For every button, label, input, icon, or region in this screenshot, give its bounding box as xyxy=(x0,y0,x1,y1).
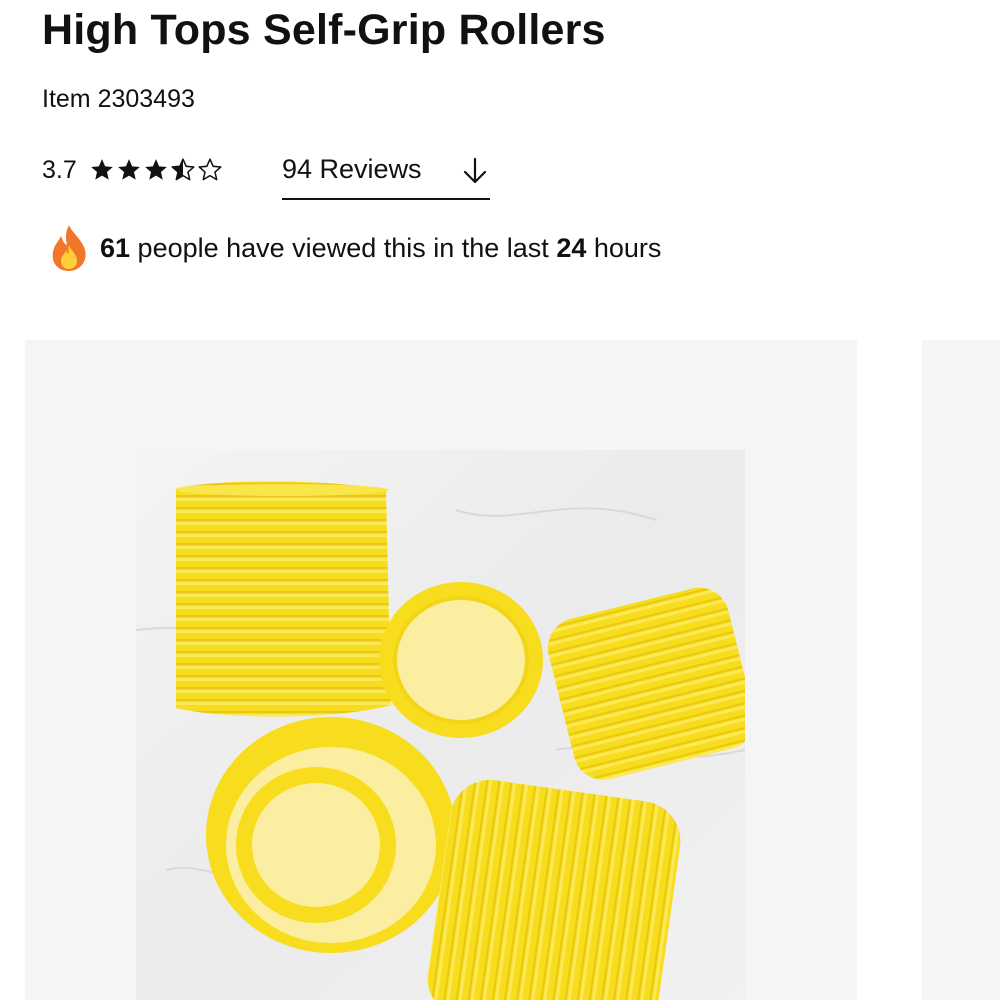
hours-count: 24 xyxy=(556,232,587,263)
arrow-down-icon xyxy=(463,157,487,184)
recent-views-text: 61 people have viewed this in the last 2… xyxy=(100,232,662,263)
reviews-count-label: 94 Reviews xyxy=(282,154,422,184)
product-gallery-next-slide[interactable] xyxy=(922,340,1000,1000)
product-photo xyxy=(136,450,745,1000)
star-empty-icon xyxy=(198,158,222,181)
star-full-icon xyxy=(90,159,113,180)
view-count: 61 xyxy=(100,232,131,263)
reviews-link[interactable]: 94 Reviews xyxy=(282,152,490,200)
rating-summary: 3.7 xyxy=(42,150,223,190)
item-number: Item 2303493 xyxy=(42,85,195,113)
recent-views-notice: 61 people have viewed this in the last 2… xyxy=(48,222,661,274)
product-image[interactable] xyxy=(136,450,745,1000)
star-full-icon xyxy=(117,159,140,180)
star-rating xyxy=(89,157,223,183)
rating-value: 3.7 xyxy=(42,155,77,184)
product-title: High Tops Self-Grip Rollers xyxy=(42,6,606,54)
fire-icon xyxy=(52,225,86,271)
star-half-icon xyxy=(171,158,195,181)
star-full-icon xyxy=(144,159,167,180)
